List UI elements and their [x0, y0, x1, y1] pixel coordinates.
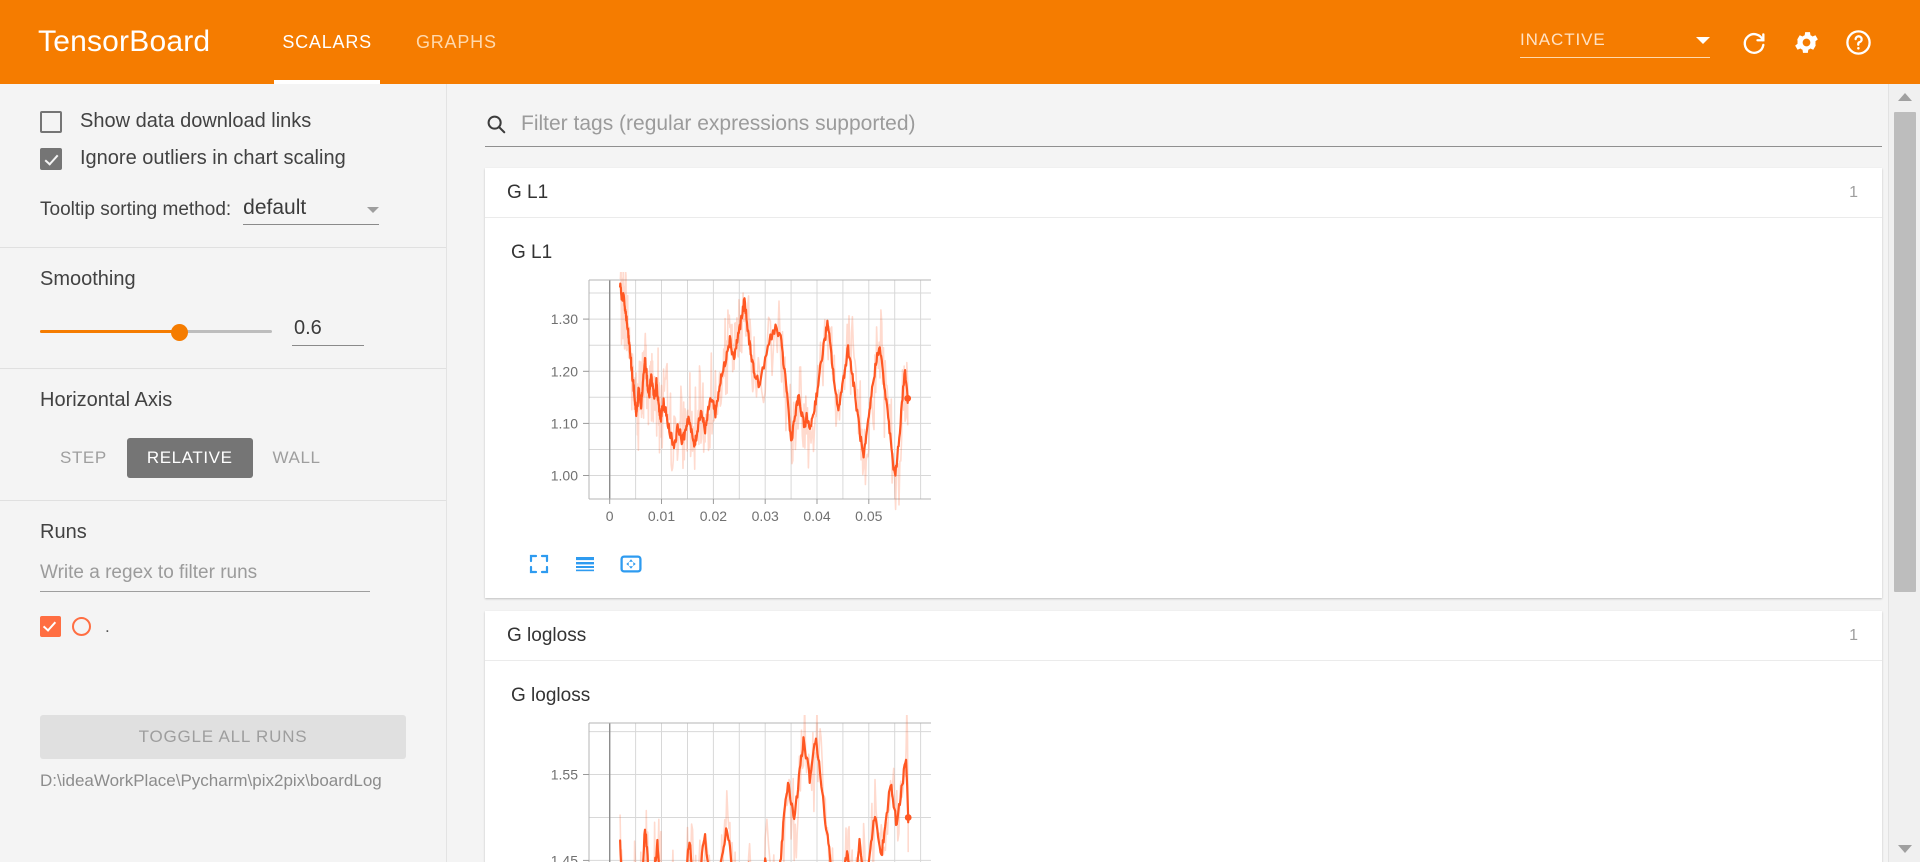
app-title: TensorBoard — [38, 25, 211, 58]
chart-plot-0[interactable]: 1.00 1.10 1.20 1.30 0 0.01 0.02 0.03 0.04 0.05 — [511, 268, 941, 542]
status-dropdown[interactable]: INACTIVE — [1520, 30, 1710, 58]
ignore-outliers-label: Ignore outliers in chart scaling — [80, 147, 346, 169]
run-item[interactable]: . — [40, 616, 406, 637]
horizontal-axis-title: Horizontal Axis — [40, 389, 173, 411]
svg-text:1.20: 1.20 — [551, 363, 578, 379]
smoothing-row: 0.6 — [40, 317, 406, 346]
svg-text:0.03: 0.03 — [752, 508, 779, 524]
show-download-links-row[interactable]: Show data download links — [40, 110, 406, 133]
chart-card-body: G logloss 1.45 1.55 — [485, 661, 1882, 862]
horizontal-axis-buttons: STEP RELATIVE WALL — [40, 438, 406, 478]
svg-text:0.04: 0.04 — [803, 508, 830, 524]
svg-text:1.30: 1.30 — [551, 311, 578, 327]
ignore-outliers-checkbox[interactable] — [40, 147, 62, 170]
run-color-circle-icon — [72, 617, 91, 636]
caret-up-icon — [1897, 93, 1912, 101]
scrollbar-thumb[interactable] — [1893, 112, 1916, 592]
smoothing-section: Smoothing 0.6 — [0, 248, 446, 369]
chart-card-title: G logloss — [507, 624, 587, 646]
svg-text:0.02: 0.02 — [700, 508, 727, 524]
caret-down-icon — [1897, 845, 1912, 853]
svg-text:0.05: 0.05 — [855, 508, 882, 524]
horizontal-axis-section: Horizontal Axis STEP RELATIVE WALL — [0, 369, 446, 501]
svg-text:1.45: 1.45 — [551, 852, 578, 862]
chevron-down-icon — [367, 207, 380, 213]
settings-sidebar: Show data download links Ignore outliers… — [0, 84, 447, 862]
fit-domain-icon[interactable] — [619, 552, 643, 576]
chart-plot-1[interactable]: 1.45 1.55 — [511, 705, 941, 862]
smoothing-title: Smoothing — [40, 268, 136, 290]
run-checkbox[interactable] — [40, 616, 61, 637]
display-options-section: Show data download links Ignore outliers… — [0, 84, 446, 248]
show-download-links-checkbox[interactable] — [40, 110, 62, 133]
chart-card: G logloss 1 G logloss 1.45 1.55 — [485, 611, 1882, 862]
main-content: Filter tags (regular expressions support… — [447, 84, 1920, 862]
axis-option-relative[interactable]: RELATIVE — [126, 438, 253, 478]
scalar-chart-svg[interactable]: 1.00 1.10 1.20 1.30 0 0.01 0.02 0.03 0.04 0.05 — [511, 268, 941, 537]
svg-text:1.55: 1.55 — [551, 767, 578, 783]
run-label: . — [105, 616, 110, 636]
data-series-icon[interactable] — [573, 552, 597, 576]
status-label: INACTIVE — [1520, 30, 1606, 49]
nav-tabs: SCALARS GRAPHS — [260, 0, 518, 84]
chart-card-count: 1 — [1849, 626, 1858, 644]
slider-fill — [40, 329, 180, 333]
gear-icon[interactable] — [1780, 0, 1832, 84]
axis-option-wall[interactable]: WALL — [253, 438, 341, 478]
tooltip-sorting-row: Tooltip sorting method: default — [40, 196, 406, 225]
toggle-all-runs-button[interactable]: TOGGLE ALL RUNS — [40, 715, 406, 759]
runs-filter-input[interactable]: Write a regex to filter runs — [40, 562, 370, 592]
ignore-outliers-row[interactable]: Ignore outliers in chart scaling — [40, 147, 406, 170]
runs-section: Runs Write a regex to filter runs . — [0, 501, 446, 637]
runs-title: Runs — [40, 521, 87, 543]
chart-card-title: G L1 — [507, 181, 549, 203]
logdir-path: D:\ideaWorkPlace\Pycharm\pix2pix\boardLo… — [40, 771, 382, 790]
tab-scalars[interactable]: SCALARS — [260, 0, 394, 84]
chevron-down-icon — [1696, 36, 1710, 44]
tag-filter-placeholder: Filter tags (regular expressions support… — [521, 112, 916, 135]
tooltip-sorting-select[interactable]: default — [243, 196, 380, 225]
chart-title: G logloss — [511, 685, 591, 706]
svg-text:1.00: 1.00 — [551, 468, 578, 484]
svg-text:0: 0 — [606, 508, 614, 524]
scroll-down-button[interactable] — [1889, 836, 1920, 862]
scalar-chart-svg[interactable]: 1.45 1.55 — [511, 705, 941, 862]
app-body: Show data download links Ignore outliers… — [0, 84, 1920, 862]
chart-title: G L1 — [511, 242, 553, 263]
tooltip-sorting-value: default — [243, 196, 307, 219]
chart-card-body: G L1 1.00 1.10 1.20 1.30 0 0.01 0.02 0.03 0.04 0.… — [485, 218, 1882, 598]
tag-filter-input[interactable]: Filter tags (regular expressions support… — [485, 112, 1882, 147]
help-icon[interactable] — [1832, 0, 1884, 84]
refresh-icon[interactable] — [1728, 0, 1780, 84]
smoothing-value-input[interactable]: 0.6 — [292, 317, 364, 346]
tooltip-sorting-label: Tooltip sorting method: — [40, 199, 232, 220]
search-icon — [487, 115, 506, 134]
expand-icon[interactable] — [527, 552, 551, 576]
chart-card-header[interactable]: G L1 1 — [485, 168, 1882, 218]
svg-text:0.01: 0.01 — [648, 508, 675, 524]
chart-card: G L1 1 G L1 1.00 1.10 1.20 1.30 0 0.01 0.02 0.0… — [485, 168, 1882, 598]
header-actions: INACTIVE — [1520, 0, 1884, 84]
charts-list: G L1 1 G L1 1.00 1.10 1.20 1.30 0 0.01 0.02 0.0… — [447, 147, 1920, 862]
chart-card-header[interactable]: G logloss 1 — [485, 611, 1882, 661]
svg-text:1.10: 1.10 — [551, 415, 578, 431]
show-download-links-label: Show data download links — [80, 110, 312, 132]
tab-graphs[interactable]: GRAPHS — [394, 0, 519, 84]
chart-card-count: 1 — [1849, 183, 1858, 201]
filter-bar: Filter tags (regular expressions support… — [447, 84, 1920, 147]
smoothing-slider[interactable] — [40, 323, 272, 341]
main-scrollbar[interactable] — [1888, 84, 1920, 862]
slider-knob[interactable] — [171, 323, 189, 341]
tensorboard-app: TensorBoard SCALARS GRAPHS INACTIVE Show… — [0, 0, 1920, 862]
scroll-up-button[interactable] — [1889, 84, 1920, 110]
app-header: TensorBoard SCALARS GRAPHS INACTIVE — [0, 0, 1920, 84]
chart-toolbar — [511, 542, 1882, 598]
axis-option-step[interactable]: STEP — [40, 438, 127, 478]
